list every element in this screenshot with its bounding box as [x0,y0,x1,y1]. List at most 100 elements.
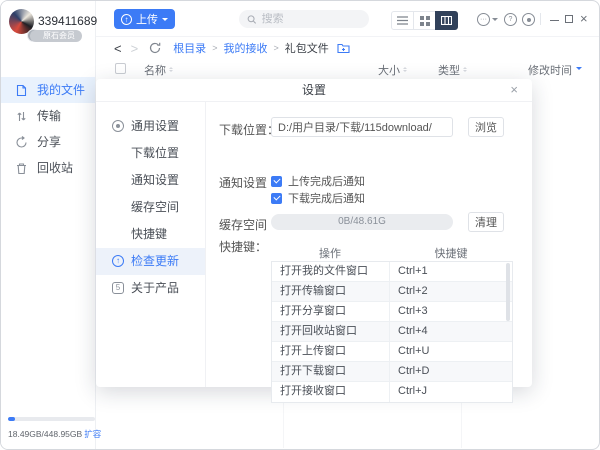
update-icon: ↑ [112,255,124,267]
dialog-close-button[interactable]: × [510,83,518,97]
sidebar-item-share[interactable]: 分享 [1,129,95,155]
search-icon [247,14,257,24]
column-view-button[interactable] [435,11,458,30]
notify-upload-option[interactable]: 上传完成后通知 [271,173,365,189]
upload-label: 上传 [136,14,158,26]
notify-upload-label: 上传完成后通知 [288,176,365,188]
new-folder-icon [337,43,350,54]
storage-progressbar [8,417,95,421]
dialog-title: 设置 [301,83,326,97]
search-input[interactable] [261,13,361,25]
expand-storage-link[interactable]: 扩容 [84,429,101,439]
sidebar-nav: 我的文件 传输 分享 回收站 [1,77,95,181]
column-size[interactable]: 大小 [378,62,407,78]
clean-cache-button[interactable]: 清理 [468,212,504,232]
storage-progress-fill [8,417,15,421]
column-view-icon [441,16,452,25]
shortcut-row[interactable]: 打开分享窗口 Ctrl+3 [272,302,512,322]
forward-button[interactable]: > [131,42,139,55]
grid-view-button[interactable] [413,11,436,30]
back-button[interactable]: < [114,42,122,55]
shortcuts-scrollbar[interactable] [506,263,510,321]
breadcrumb-current: 礼包文件 [284,43,329,55]
grid-view-icon [419,15,430,26]
settings-menu: 通用设置 下载位置 通知设置 缓存空间 快捷键 ↑ 检查更新 5 关于产品 [96,102,206,387]
shortcut-row[interactable]: 打开上传窗口 Ctrl+U [272,342,512,362]
more-options-caret-icon [492,18,498,24]
cache-label: 缓存空间 [219,218,268,232]
close-window-button[interactable]: × [580,12,588,25]
sidebar-item-transfer[interactable]: 传输 [1,103,95,129]
settings-menu-general[interactable]: 通用设置 [96,113,205,140]
updates-icon[interactable] [522,13,535,26]
breadcrumb-my-received[interactable]: 我的接收 [223,40,267,56]
sort-desc-icon [576,67,582,73]
column-modified[interactable]: 修改时间 [528,62,582,78]
notify-download-option[interactable]: 下载完成后通知 [271,190,365,206]
shortcut-row[interactable]: 打开回收站窗口 Ctrl+4 [272,322,512,342]
maximize-button[interactable] [565,15,573,23]
divider [540,13,541,25]
sort-icon [169,65,173,74]
shortcuts-table: 打开我的文件窗口 Ctrl+1 打开传输窗口 Ctrl+2 打开分享窗口 Ctrl+3… [271,261,513,403]
toolbar: ↑ 上传 ··· ? × [96,1,599,37]
sidebar-item-my-files[interactable]: 我的文件 [1,77,95,103]
settings-menu-notifications[interactable]: 通知设置 [96,167,205,194]
membership-badge[interactable]: 原石会员 [30,30,82,42]
gear-icon [112,120,124,132]
breadcrumb-separator: > [273,43,279,53]
view-switcher [391,11,458,30]
breadcrumb-separator: > [212,43,218,53]
settings-menu-check-update[interactable]: ↑ 检查更新 [96,248,205,275]
sort-icon [403,65,407,74]
column-type[interactable]: 类型 [438,62,467,78]
checkbox-checked-icon[interactable] [271,175,282,187]
shortcuts-col-action: 操作 [319,248,341,260]
breadcrumb-root[interactable]: 根目录 [173,40,206,56]
file-icon [16,84,27,96]
column-name[interactable]: 名称 [144,62,173,78]
select-all-checkbox[interactable] [115,63,126,74]
refresh-button[interactable] [149,42,161,54]
shortcut-row[interactable]: 打开接收窗口 Ctrl+J [272,382,512,402]
breadcrumb: 根目录 > 我的接收 > 礼包文件 [173,40,329,56]
upload-button[interactable]: ↑ 上传 [114,9,175,29]
storage-widget: 18.49GB/448.95GB 扩容 [8,417,101,440]
shortcuts-col-keys: 快捷键 [434,248,468,260]
chevron-down-icon [162,17,168,24]
sidebar-item-label: 分享 [37,135,62,149]
list-view-button[interactable] [391,11,414,30]
sidebar-item-label: 回收站 [37,161,74,175]
navigation-row: < > 根目录 > 我的接收 > 礼包文件 [96,37,599,59]
settings-menu-shortcuts[interactable]: 快捷键 [96,221,205,248]
download-location-label: 下载位置： [219,123,280,137]
shortcut-row[interactable]: 打开传输窗口 Ctrl+2 [272,282,512,302]
help-icon[interactable]: ? [504,13,517,26]
notifications-label: 通知设置 [219,176,268,190]
new-folder-button[interactable] [337,42,350,54]
app-window: 339411689 原石会员 我的文件 传输 分享 回收站 18.49GB/44… [0,0,600,450]
sidebar-item-recycle-bin[interactable]: 回收站 [1,155,95,181]
shortcut-row[interactable]: 打开下载窗口 Ctrl+D [272,362,512,382]
download-location-input[interactable] [271,117,453,137]
about-icon: 5 [112,282,124,294]
upload-icon: ↑ [121,13,132,25]
minimize-button[interactable] [550,20,559,21]
list-view-icon [397,16,408,25]
settings-menu-download-location[interactable]: 下载位置 [96,140,205,167]
sidebar-item-label: 我的文件 [37,83,86,97]
browse-button[interactable]: 浏览 [468,117,504,137]
shortcuts-label: 快捷键： [219,240,268,254]
shortcuts-table-header: 操作 快捷键 [271,245,513,261]
share-icon [16,135,27,148]
settings-menu-about[interactable]: 5 关于产品 [96,275,205,302]
settings-dialog: 设置 × 通用设置 下载位置 通知设置 缓存空间 快捷键 ↑ 检查更新 5 关于… [96,79,532,403]
search-box[interactable] [239,10,369,28]
more-options-icon[interactable]: ··· [477,13,490,26]
dialog-header: 设置 × [96,79,532,102]
transfer-icon [17,111,26,121]
checkbox-checked-icon[interactable] [271,192,282,204]
cache-usage-bar: 0B/48.61G [271,214,453,230]
shortcut-row[interactable]: 打开我的文件窗口 Ctrl+1 [272,262,512,282]
settings-menu-cache[interactable]: 缓存空间 [96,194,205,221]
